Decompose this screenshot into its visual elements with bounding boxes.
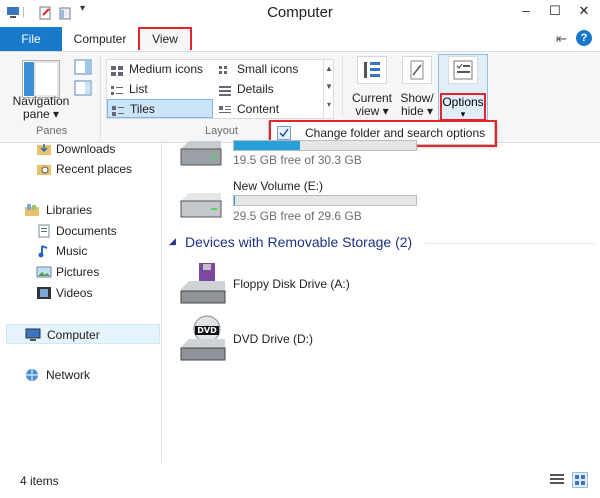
ribbon-tabs: File Computer View ⇤ ? xyxy=(0,27,600,51)
drive-usage-bar xyxy=(233,140,417,151)
navigation-pane-icon[interactable] xyxy=(22,60,60,98)
help-icon[interactable]: ? xyxy=(576,30,592,46)
layout-small-icons[interactable]: Small icons xyxy=(215,60,321,79)
drive-usage-bar xyxy=(233,195,417,206)
hard-drive-icon xyxy=(177,191,225,219)
nav-item-pictures[interactable]: Pictures xyxy=(20,262,160,282)
item-count: 4 items xyxy=(20,474,59,488)
layout-tiles-label: Tiles xyxy=(130,102,155,116)
floppy-drive-name: Floppy Disk Drive (A:) xyxy=(233,277,350,291)
layout-content[interactable]: Content xyxy=(215,100,321,119)
maximize-button[interactable]: ☐ xyxy=(541,0,569,22)
options-dropdown-arrow: ▾ xyxy=(460,109,466,119)
documents-icon xyxy=(36,224,52,238)
libraries-icon xyxy=(24,203,40,217)
status-bar: 4 items xyxy=(0,470,600,498)
show-hide-icon xyxy=(402,56,432,84)
layout-medium-icons-label: Medium icons xyxy=(129,62,204,76)
drive-usage-fill xyxy=(234,196,235,205)
layout-details-label: Details xyxy=(237,82,274,96)
medium-icons-icon xyxy=(111,64,123,76)
drive-tile[interactable]: New Volume (E:) 29.5 GB free of 29.6 GB xyxy=(177,179,437,225)
panes-group-label: Panes xyxy=(36,125,68,137)
nav-item-recent-places[interactable]: Recent places xyxy=(20,159,160,179)
tab-file[interactable]: File xyxy=(0,27,62,51)
options-button[interactable] xyxy=(440,56,486,84)
content-icon xyxy=(219,104,231,115)
details-view-icon[interactable] xyxy=(550,474,564,486)
tiles-icon xyxy=(112,104,124,116)
current-view-button[interactable]: Current view ▾ xyxy=(350,56,394,118)
drive-name: New Volume (E:) xyxy=(233,179,324,193)
nav-item-downloads[interactable]: Downloads xyxy=(20,139,160,159)
minimize-button[interactable]: – xyxy=(512,0,540,22)
sort-by-icon xyxy=(357,56,387,84)
downloads-icon xyxy=(36,142,52,156)
layout-details[interactable]: Details xyxy=(215,80,321,99)
navigation-pane: Downloads Recent places Libraries Docume… xyxy=(0,142,162,463)
hard-drive-icon xyxy=(177,139,225,167)
details-pane-icon[interactable] xyxy=(74,80,94,98)
drive-free-space: 29.5 GB free of 29.6 GB xyxy=(233,209,362,223)
removable-storage-header[interactable]: ◢ Devices with Removable Storage (2) xyxy=(169,234,599,252)
section-divider xyxy=(425,243,595,244)
pictures-icon xyxy=(36,265,52,279)
nav-item-documents[interactable]: Documents xyxy=(20,221,160,241)
ribbon-divider xyxy=(342,56,343,116)
preview-pane-icon[interactable] xyxy=(74,59,94,77)
show-hide-label-2: hide ▾ xyxy=(400,104,434,118)
options-label: Options xyxy=(442,95,484,109)
navigation-pane-button[interactable]: Navigation pane ▾ xyxy=(8,95,74,121)
nav-item-libraries[interactable]: Libraries xyxy=(4,200,160,220)
tab-view[interactable]: View xyxy=(138,27,192,50)
close-button[interactable]: ✕ xyxy=(570,0,598,22)
layout-gallery: Medium icons Small icons List Details Ti… xyxy=(106,59,334,119)
drive-tile[interactable]: 19.5 GB free of 30.3 GB xyxy=(177,140,437,173)
layout-list-label: List xyxy=(129,82,148,96)
show-hide-button[interactable]: Show/ hide ▾ xyxy=(398,56,436,118)
large-icons-view-icon[interactable] xyxy=(572,472,588,488)
list-icon xyxy=(111,84,123,95)
svg-text:DVD: DVD xyxy=(197,326,217,335)
floppy-drive-tile[interactable]: Floppy Disk Drive (A:) xyxy=(177,263,437,307)
options-label-highlight[interactable]: Options ▾ xyxy=(440,93,486,121)
drive-usage-fill xyxy=(234,141,300,150)
nav-item-computer[interactable]: Computer xyxy=(6,324,160,344)
layout-list[interactable]: List xyxy=(107,80,213,99)
tab-computer[interactable]: Computer xyxy=(62,27,138,51)
floppy-disk-icon xyxy=(177,263,231,305)
dvd-drive-name: DVD Drive (D:) xyxy=(233,332,313,346)
layout-content-label: Content xyxy=(237,102,280,116)
collapse-chevron-icon: ◢ xyxy=(169,236,176,246)
dvd-drive-tile[interactable]: DVD DVD Drive (D:) xyxy=(177,315,437,361)
details-icon xyxy=(219,84,231,96)
nav-item-music[interactable]: Music xyxy=(20,241,160,261)
small-icons-icon xyxy=(219,64,231,75)
nav-item-videos[interactable]: Videos xyxy=(20,283,160,303)
section-title: Devices with Removable Storage (2) xyxy=(185,234,413,250)
title-bar: | ▾ Computer – ☐ ✕ xyxy=(0,0,600,27)
layout-medium-icons[interactable]: Medium icons xyxy=(107,60,213,79)
navigation-pane-label-2: pane ▾ xyxy=(22,107,60,121)
music-icon xyxy=(36,244,52,258)
layout-gallery-scroll[interactable]: ▲ ▼ ▾ xyxy=(323,60,334,118)
recent-places-icon xyxy=(36,162,52,176)
dvd-drive-icon: DVD xyxy=(177,315,231,361)
drive-free-space: 19.5 GB free of 30.3 GB xyxy=(233,153,362,167)
window-title: Computer xyxy=(267,4,333,21)
ribbon-divider xyxy=(100,56,101,140)
current-view-label-2: view ▾ xyxy=(355,104,389,118)
options-icon xyxy=(448,56,478,84)
layout-tiles[interactable]: Tiles xyxy=(107,99,213,118)
pin-ribbon-icon[interactable]: ⇤ xyxy=(556,31,567,47)
network-icon xyxy=(24,368,40,382)
nav-item-network[interactable]: Network xyxy=(4,365,160,385)
layout-small-icons-label: Small icons xyxy=(237,62,299,76)
content-area: 19.5 GB free of 30.3 GB New Volume (E:) … xyxy=(163,140,600,463)
layout-group-label: Layout xyxy=(205,125,239,137)
videos-icon xyxy=(36,286,52,300)
computer-icon xyxy=(25,328,41,342)
